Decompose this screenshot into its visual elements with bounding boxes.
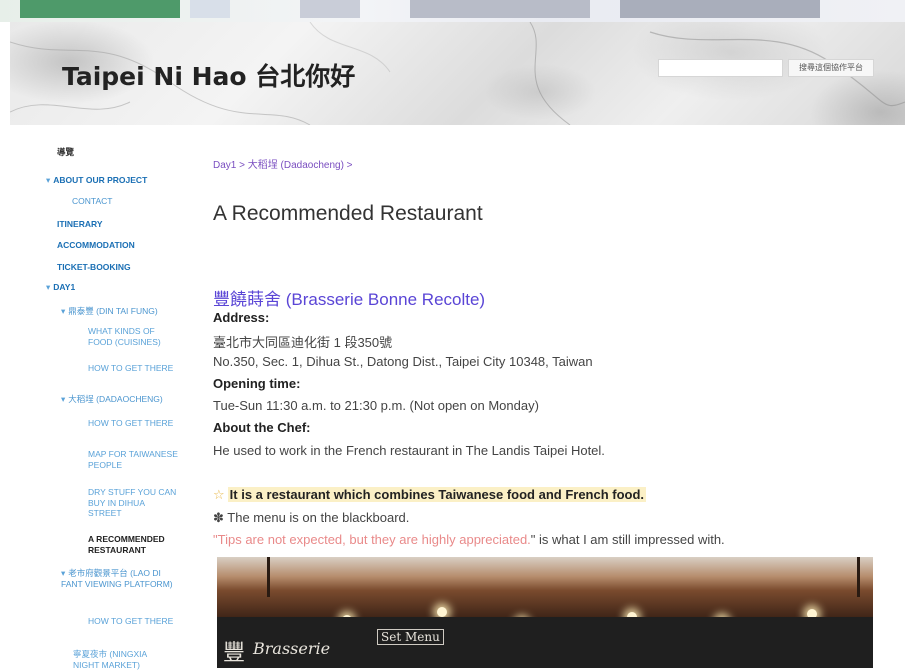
chef-label: About the Chef: bbox=[213, 420, 311, 435]
strip-block bbox=[620, 0, 820, 18]
sidebar-item-itinerary[interactable]: ITINERARY bbox=[57, 219, 103, 230]
quote-rest: " is what I am still impressed with. bbox=[530, 532, 725, 547]
tips-quote: "Tips are not expected, but they are hig… bbox=[213, 532, 725, 547]
sidebar-item-how-to-get-there[interactable]: HOW TO GET THERE bbox=[88, 616, 180, 627]
chef-text: He used to work in the French restaurant… bbox=[213, 443, 605, 458]
breadcrumb[interactable]: Day1 > 大稻埕 (Dadaocheng) > bbox=[213, 156, 353, 171]
address-label: Address: bbox=[213, 310, 270, 325]
sidebar-item-accommodation[interactable]: ACCOMMODATION bbox=[57, 240, 135, 251]
sidebar-item-din-tai-fung[interactable]: ▾ 鼎泰豐 (DIN TAI FUNG) bbox=[61, 306, 158, 317]
restaurant-photo: 豐 Brasserie Set Menu bbox=[217, 557, 873, 668]
chalk-brand: Brasserie bbox=[253, 639, 331, 658]
photo-pole bbox=[857, 557, 860, 597]
highlight-line: ☆ It is a restaurant which combines Taiwa… bbox=[213, 487, 647, 503]
sidebar-item-viewing-platform[interactable]: ▾ 老市府觀景平台 (LAO DI FANT VIEWING PLATFORM) bbox=[61, 568, 181, 589]
search-input[interactable] bbox=[658, 59, 783, 77]
sidebar-item-dadaocheng[interactable]: ▾ 大稻埕 (DADAOCHENG) bbox=[61, 394, 163, 405]
sidebar-item-day1[interactable]: ▾ DAY1 bbox=[46, 282, 75, 293]
top-decorative-strip bbox=[0, 0, 905, 22]
address-label-text: Address bbox=[213, 310, 266, 325]
main-content: Day1 > 大稻埕 (Dadaocheng) > A Recommended … bbox=[213, 125, 905, 668]
caret-down-icon: ▾ bbox=[61, 394, 66, 404]
caret-down-icon: ▾ bbox=[61, 306, 66, 316]
address-en: No.350, Sec. 1, Dihua St., Datong Dist.,… bbox=[213, 354, 593, 369]
sidebar-item-how-to-get-there[interactable]: HOW TO GET THERE bbox=[88, 418, 180, 429]
light-bulb bbox=[437, 607, 447, 617]
sidebar-item-ningxia-night-market[interactable]: 寧夏夜市 (NINGXIA NIGHT MARKET) bbox=[73, 649, 165, 670]
strip-block bbox=[300, 0, 360, 18]
site-header: Taipei Ni Hao 台北你好 搜尋這個協作平台 bbox=[10, 22, 905, 125]
star-icon: ☆ bbox=[213, 487, 225, 502]
sidebar-item-label: DAY1 bbox=[53, 282, 76, 292]
sidebar-item-home[interactable]: 導覽 bbox=[57, 147, 74, 158]
sidebar-item-recommended-restaurant[interactable]: A RECOMMENDED RESTAURANT bbox=[88, 534, 180, 555]
sidebar-item-ticket-booking[interactable]: TICKET-BOOKING bbox=[57, 262, 131, 273]
chalk-menu: Set Menu bbox=[377, 629, 444, 645]
menu-note: ✽ The menu is on the blackboard. bbox=[213, 510, 410, 525]
strip-block bbox=[190, 0, 230, 18]
sidebar-item-label: 鼎泰豐 (DIN TAI FUNG) bbox=[68, 306, 158, 316]
caret-down-icon: ▾ bbox=[46, 282, 51, 292]
sidebar-item-label: 大稻埕 (DADAOCHENG) bbox=[68, 394, 163, 404]
highlight-text: It is a restaurant which combines Taiwan… bbox=[227, 487, 647, 502]
sidebar-item-how-to-get-there[interactable]: HOW TO GET THERE bbox=[88, 363, 180, 374]
restaurant-name-link[interactable]: 豐饒蒔舍 (Brasserie Bonne Recolte) bbox=[213, 285, 485, 310]
opening-label: Opening time: bbox=[213, 376, 301, 391]
strip-block bbox=[410, 0, 590, 18]
site-title[interactable]: Taipei Ni Hao 台北你好 bbox=[62, 57, 355, 93]
strip-block bbox=[20, 0, 180, 18]
search-button[interactable]: 搜尋這個協作平台 bbox=[788, 59, 874, 77]
caret-down-icon: ▾ bbox=[46, 175, 51, 185]
page-title: A Recommended Restaurant bbox=[213, 202, 483, 225]
sidebar-nav: 導覽 ▾ ABOUT OUR PROJECT CONTACT ITINERARY … bbox=[0, 125, 200, 670]
chalk-logo: 豐 bbox=[223, 641, 246, 666]
opening-label-text: Opening time bbox=[213, 376, 297, 391]
tips-text: Tips are not expected, but they are high… bbox=[217, 532, 531, 547]
sidebar-item-label: 老市府觀景平台 (LAO DI FANT VIEWING PLATFORM) bbox=[61, 568, 173, 589]
address-zh: 臺北市大同區迪化街 1 段350號 bbox=[213, 335, 393, 350]
sidebar-item-dry-stuff[interactable]: DRY STUFF YOU CAN BUY IN DIHUA STREET bbox=[88, 487, 180, 519]
sidebar-item-map[interactable]: MAP FOR TAIWANESE PEOPLE bbox=[88, 449, 180, 470]
caret-down-icon: ▾ bbox=[61, 568, 66, 578]
sidebar-item-about[interactable]: ▾ ABOUT OUR PROJECT bbox=[46, 175, 147, 186]
sidebar-item-contact[interactable]: CONTACT bbox=[72, 196, 112, 207]
photo-pole bbox=[267, 557, 270, 597]
sidebar-item-label: ABOUT OUR PROJECT bbox=[53, 175, 148, 185]
sidebar-item-what-kinds-of-food[interactable]: WHAT KINDS OF FOOD (CUISINES) bbox=[88, 326, 180, 347]
opening-hours: Tue-Sun 11:30 a.m. to 21:30 p.m. (Not op… bbox=[213, 398, 539, 413]
